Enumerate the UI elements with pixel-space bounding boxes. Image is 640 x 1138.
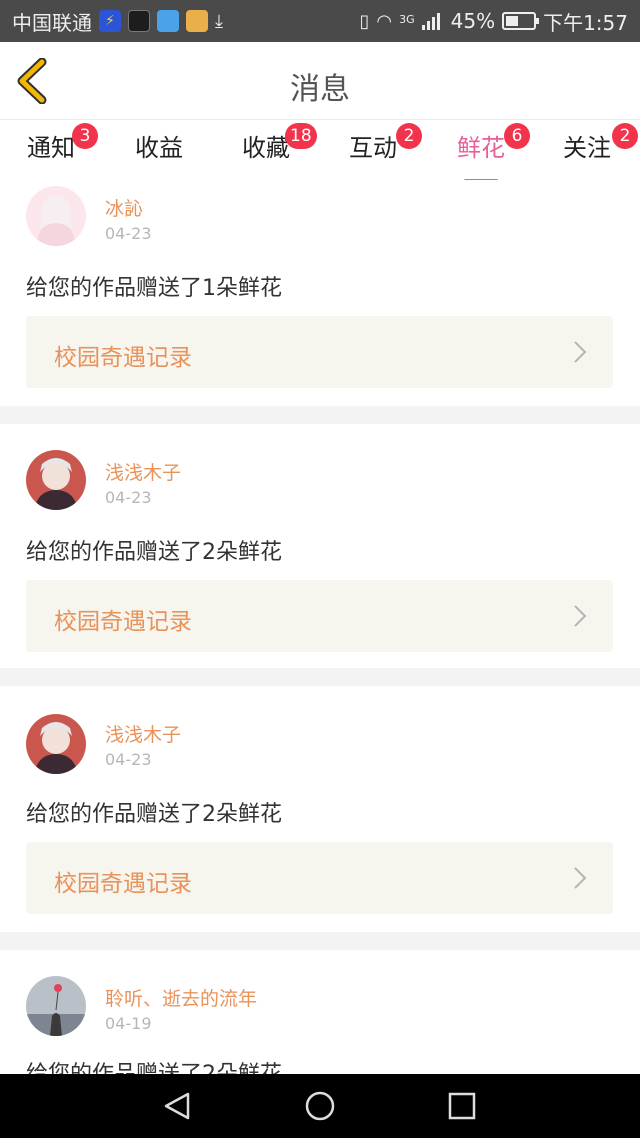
tab-follows[interactable]: 关注 2 [542, 123, 638, 177]
game-app-icon [128, 10, 150, 32]
message-date: 04-19 [105, 1014, 152, 1033]
avatar-image [26, 714, 86, 774]
message-date: 04-23 [105, 224, 152, 243]
message-card: 浅浅木子 04-23 给您的作品赠送了2朵鲜花 校园奇遇记录 [0, 686, 640, 932]
avatar-image [26, 186, 86, 246]
tab-favorites[interactable]: 收藏 18 [221, 123, 317, 177]
tab-interactions[interactable]: 互动 2 [328, 123, 422, 177]
header: 消息 [0, 42, 640, 120]
message-card: 浅浅木子 04-23 给您的作品赠送了2朵鲜花 校园奇遇记录 [0, 424, 640, 668]
work-link[interactable]: 校园奇遇记录 [26, 316, 613, 388]
nav-home-icon[interactable] [302, 1088, 338, 1124]
carrier-label: 中国联通 [12, 10, 92, 35]
tab-flowers[interactable]: 鲜花 6 [436, 123, 530, 182]
message-date: 04-23 [105, 488, 152, 507]
work-link[interactable]: 校园奇遇记录 [26, 842, 613, 914]
tab-label: 收藏 [242, 134, 290, 162]
tab-badge: 2 [396, 123, 422, 149]
work-title: 校园奇遇记录 [54, 345, 192, 371]
tab-label: 关注 [563, 134, 611, 162]
tab-label: 收益 [135, 134, 183, 162]
divider [0, 668, 640, 686]
download-icon: ⤓ [215, 10, 223, 32]
nav-back-icon[interactable] [160, 1088, 196, 1124]
avatar[interactable] [26, 186, 86, 246]
battery-percent: 45% [450, 9, 496, 33]
tab-badge: 18 [285, 123, 317, 149]
chevron-right-icon [574, 605, 587, 627]
tab-badge: 2 [612, 123, 638, 149]
message-text: 给您的作品赠送了2朵鲜花 [26, 1056, 282, 1074]
network-type: 3G [399, 12, 415, 26]
message-text: 给您的作品赠送了1朵鲜花 [26, 276, 282, 301]
status-bar: 中国联通 ⚡ ⤓ ▯ ◠ 3G 45% 下午1:57 [0, 0, 640, 42]
message-card: 聆听、逝去的流年 04-19 给您的作品赠送了2朵鲜花 [0, 950, 640, 1074]
clock: 下午1:57 [543, 10, 628, 35]
work-link[interactable]: 校园奇遇记录 [26, 580, 613, 652]
battery-icon [502, 12, 540, 30]
avatar-image [26, 976, 86, 1036]
tab-label: 通知 [27, 134, 75, 162]
avatar[interactable] [26, 714, 86, 774]
nav-recents-icon[interactable] [444, 1088, 480, 1124]
message-text: 给您的作品赠送了2朵鲜花 [26, 802, 282, 827]
tab-label: 互动 [349, 134, 397, 162]
avatar[interactable] [26, 976, 86, 1036]
message-card: 冰訫 04-23 给您的作品赠送了1朵鲜花 校园奇遇记录 [0, 180, 640, 406]
divider [0, 406, 640, 424]
sender-name[interactable]: 冰訫 [105, 194, 143, 221]
system-nav-bar [0, 1074, 640, 1138]
avatar-image [26, 450, 86, 510]
tab-badge: 3 [72, 123, 98, 149]
sender-name[interactable]: 聆听、逝去的流年 [105, 984, 257, 1011]
tab-notifications[interactable]: 通知 3 [6, 123, 98, 177]
chevron-right-icon [574, 867, 587, 889]
page-title: 消息 [290, 72, 350, 107]
sender-name[interactable]: 浅浅木子 [105, 720, 181, 747]
wifi-icon: ◠ [376, 10, 393, 32]
work-title: 校园奇遇记录 [54, 871, 192, 897]
avatar[interactable] [26, 450, 86, 510]
cartoon-app-icon [186, 10, 208, 32]
tab-bar: 通知 3 收益 收藏 18 互动 2 鲜花 6 关注 2 [0, 121, 640, 182]
chevron-right-icon [574, 341, 587, 363]
work-title: 校园奇遇记录 [54, 609, 192, 635]
sender-name[interactable]: 浅浅木子 [105, 458, 181, 485]
tab-earnings[interactable]: 收益 [114, 131, 204, 177]
message-date: 04-23 [105, 750, 152, 769]
tab-badge: 6 [504, 123, 530, 149]
tab-label: 鲜花 [457, 134, 505, 162]
message-text: 给您的作品赠送了2朵鲜花 [26, 540, 282, 565]
vibrate-icon: ▯ [359, 10, 370, 32]
paw-app-icon [157, 10, 179, 32]
signal-icon [421, 13, 440, 30]
power-app-icon: ⚡ [99, 10, 121, 32]
divider [0, 932, 640, 950]
